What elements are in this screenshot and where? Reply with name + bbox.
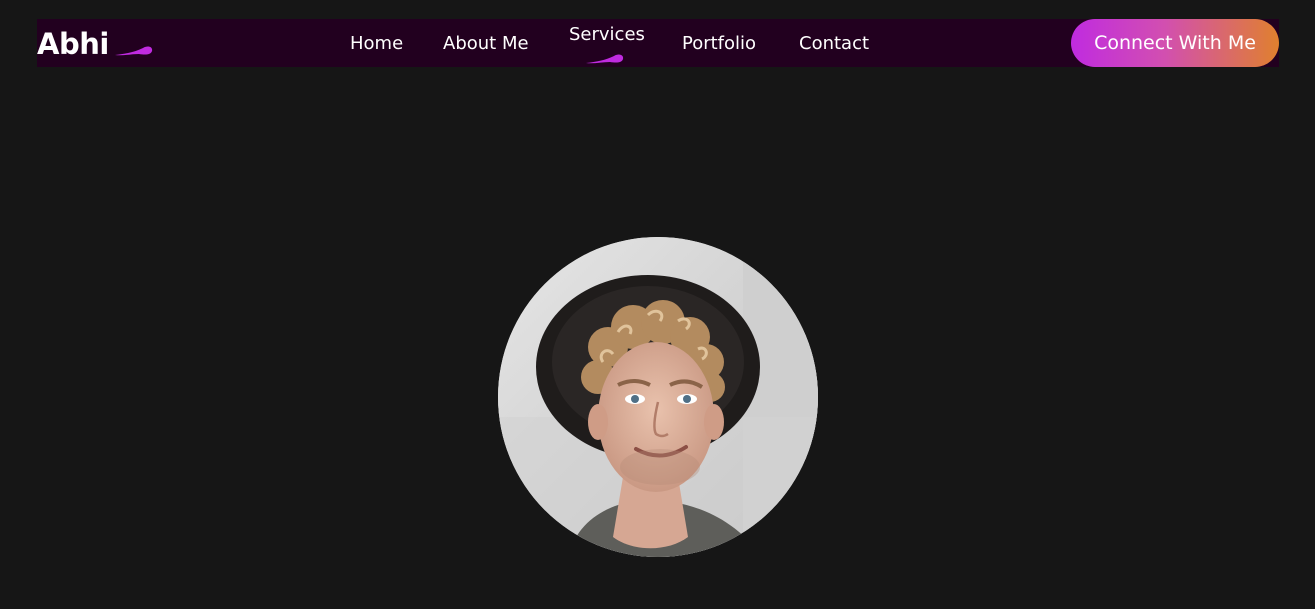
connect-button[interactable]: Connect With Me — [1071, 19, 1279, 67]
nav-item-services[interactable]: Services — [569, 23, 645, 67]
nav-item-portfolio[interactable]: Portfolio — [682, 32, 756, 56]
profile-photo-icon — [498, 237, 818, 557]
nav-item-contact[interactable]: Contact — [799, 32, 869, 56]
avatar — [498, 237, 818, 557]
page: Abhi Home About Me Services Portfolio Co… — [0, 0, 1315, 609]
navbar: Abhi Home About Me Services Portfolio Co… — [37, 19, 1279, 67]
nav-item-home[interactable]: Home — [350, 32, 403, 56]
nav-item-services-label: Services — [569, 24, 645, 45]
nav-item-about-me[interactable]: About Me — [443, 32, 529, 56]
active-indicator-icon — [586, 54, 624, 64]
